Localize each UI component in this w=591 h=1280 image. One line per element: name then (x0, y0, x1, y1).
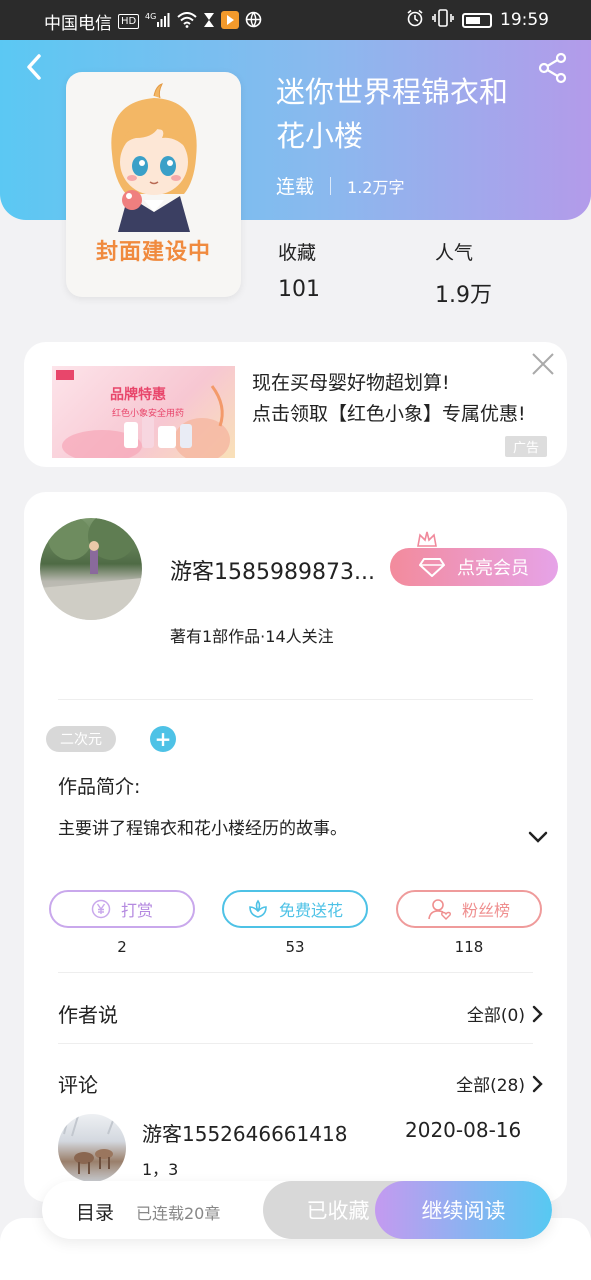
tip-button[interactable]: 打赏 (49, 890, 195, 928)
free-flower-label: 免费送花 (278, 901, 343, 920)
stat-popularity: 人气 1.9万 (435, 238, 492, 309)
ad-text: 现在买母婴好物超划算! 点击领取【红色小象】专属优惠! (252, 368, 542, 430)
author-says-title: 作者说 (58, 1003, 118, 1027)
ad-image-title: 品牌特惠 (110, 387, 166, 403)
author-avatar[interactable] (40, 518, 142, 620)
comment-date: 2020-08-16 (405, 1118, 522, 1142)
author-stats: 著有1部作品·14人关注 (170, 627, 334, 646)
intro-text: 主要讲了程锦衣和花小楼经历的故事。 (58, 819, 347, 839)
book-detail-card: 游客1585989873... 点亮会员 著有1部作品·14人关注 二次元 + … (24, 492, 567, 1202)
fans-ranking-label: 粉丝榜 (461, 901, 510, 920)
status-bar: 中国电信 HD 4G 19:59 (0, 0, 591, 40)
vip-button-label: 点亮会员 (457, 558, 529, 579)
stat-label: 人气 (435, 242, 474, 264)
cover-placeholder-text: 封面建设中 (95, 240, 211, 265)
ad-body: 点击领取【红色小象】专属优惠! (252, 403, 526, 425)
chevron-right-icon (532, 1005, 543, 1022)
stat-label: 收藏 (278, 242, 317, 264)
book-cover[interactable]: 封面建设中 (66, 72, 241, 297)
alarm-icon (406, 9, 424, 31)
divider (58, 699, 533, 700)
fans-count: 118 (454, 938, 484, 956)
close-icon (532, 353, 554, 375)
deer-photo (63, 1115, 115, 1174)
share-icon (538, 52, 567, 84)
favorited-label: 已收藏 (306, 1199, 370, 1223)
ad-headline: 现在买母婴好物超划算! (252, 372, 450, 394)
clock-label: 19:59 (500, 10, 549, 30)
tip-label: 打赏 (120, 901, 153, 920)
stat-value: 1.9万 (435, 283, 492, 308)
crown-icon (416, 530, 438, 550)
continue-reading-label: 继续阅读 (421, 1199, 506, 1223)
stat-favorites: 收藏 101 (278, 238, 320, 302)
vip-button[interactable]: 点亮会员 (390, 548, 558, 586)
comments-title: 评论 (58, 1073, 98, 1097)
toc-button[interactable]: 目录 (76, 1198, 114, 1225)
vibrate-icon (432, 9, 454, 31)
avatar-photo (40, 518, 142, 620)
intro-title: 作品简介: (58, 776, 141, 798)
comments-count: 全部(28) (456, 1076, 525, 1096)
tip-count: 2 (117, 938, 127, 956)
book-title: 迷你世界程锦衣和花小楼 (276, 75, 509, 153)
stat-value: 101 (278, 277, 320, 302)
yen-coin-icon (91, 899, 111, 919)
ad-image: 品牌特惠 红色小象安全用药 (52, 366, 235, 458)
author-name[interactable]: 游客1585989873... (170, 554, 375, 586)
flower-count: 53 (285, 938, 305, 956)
comment-text: 1，3 (142, 1160, 179, 1179)
anime-girl-illustration (111, 83, 197, 232)
app-notification-icon (221, 10, 240, 33)
flower-icon (249, 899, 267, 918)
serial-status: 连载 (276, 176, 315, 198)
chevron-right-icon (532, 1075, 543, 1092)
chapter-count: 已连载20章 (136, 1204, 221, 1223)
ad-banner[interactable]: 品牌特惠 红色小象安全用药 现在买母婴好物超划算! 点击领取【红色小象】专属优惠… (24, 342, 567, 467)
carrier-label: 中国电信 (44, 14, 112, 34)
comment-username[interactable]: 游客1552646661418 (142, 1118, 347, 1147)
status-right: 19:59 (406, 9, 549, 31)
divider (58, 1043, 533, 1044)
chevron-left-icon (27, 54, 41, 80)
bottom-action-bar: 目录 已连载20章 已收藏 继续阅读 (42, 1181, 552, 1239)
ad-close-button[interactable] (531, 352, 555, 376)
back-button[interactable] (20, 52, 50, 82)
share-button[interactable] (537, 52, 569, 84)
fans-ranking-button[interactable]: 粉丝榜 (396, 890, 542, 928)
continue-reading-button[interactable]: 继续阅读 (375, 1181, 552, 1239)
battery-icon (462, 12, 492, 28)
meta-divider (330, 176, 332, 195)
signal-icon: 4G (145, 12, 171, 32)
hourglass-icon (203, 12, 215, 32)
genre-tag[interactable]: 二次元 (46, 726, 116, 752)
commenter-avatar[interactable] (58, 1114, 126, 1182)
comments-more-link[interactable]: 全部(28) (456, 1071, 545, 1096)
diamond-icon (419, 558, 445, 577)
status-left: 中国电信 HD 4G (44, 9, 262, 34)
word-count: 1.2万字 (347, 177, 405, 197)
globe-icon (245, 11, 262, 32)
hd-badge: HD (118, 14, 140, 29)
svg-text:4G: 4G (145, 12, 156, 21)
ad-label-badge: 广告 (504, 436, 547, 457)
fans-icon (428, 899, 451, 920)
divider (58, 972, 533, 973)
free-flower-button[interactable]: 免费送花 (222, 890, 368, 928)
add-tag-button[interactable]: + (150, 726, 176, 752)
wifi-icon (177, 11, 197, 32)
author-says-more-link[interactable]: 全部(0) (467, 1001, 545, 1026)
author-says-count: 全部(0) (466, 1006, 525, 1026)
book-meta: 连载 1.2万字 (276, 172, 404, 199)
expand-intro-button[interactable] (527, 826, 549, 848)
chevron-down-icon (528, 831, 548, 843)
ad-image-subtitle: 红色小象安全用药 (112, 409, 185, 419)
